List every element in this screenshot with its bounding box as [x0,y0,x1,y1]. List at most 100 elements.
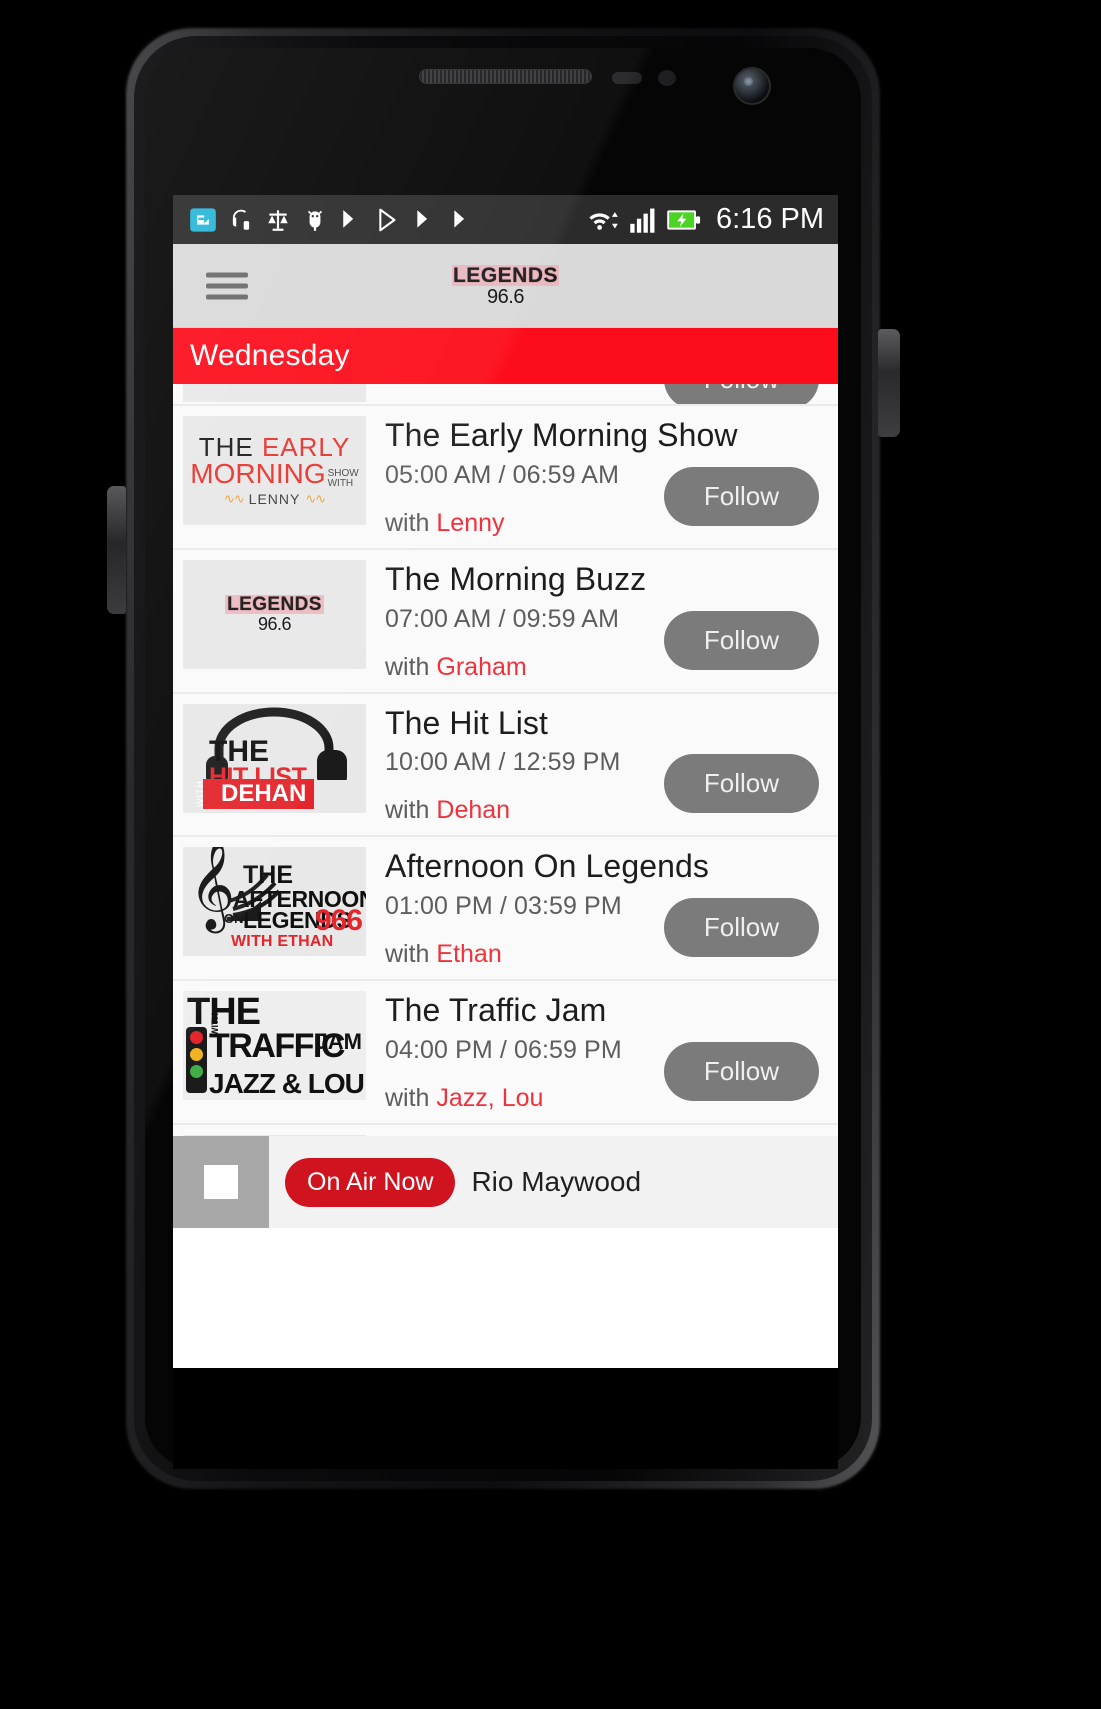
stop-square-icon [204,1165,238,1199]
phone-screen: 6:16 PM LEGENDS 96.6 Wednesday THE EARLY… [173,195,838,1368]
logo-the: THE [187,991,261,1034]
table-row[interactable]: LEGENDS 96.6 The Morning Buzz 07:00 AM /… [173,549,838,694]
battery-charging-icon [667,209,701,230]
legends-logo: LEGENDS 96.6 [225,595,324,633]
logo-jam: JAM [315,1029,362,1055]
power-button[interactable] [878,329,900,437]
wifi-icon [589,211,618,230]
proximity-sensor-icon [612,72,642,84]
show-thumbnail: 𝄞 THE AFTERNOON ON LEGENDS 966 WITH ETHA… [183,847,366,957]
early-morning-show-logo: THE EARLY MORNING SHOW WITH ∿∿ LENNY ∿∿ [183,416,366,525]
follow-button[interactable]: Follow [663,384,819,404]
host-name: Ethan [436,940,502,969]
navigation-area [173,1368,838,1469]
status-bar: 6:16 PM [173,195,838,244]
status-bar-clock: 6:16 PM [716,203,824,235]
logo-with: WITH [327,477,354,489]
follow-button[interactable]: Follow [663,610,819,670]
logo-host: DEHAN [203,778,315,809]
app-logo: LEGENDS 96.6 [451,263,559,308]
now-playing-bar: On Air Now Rio Maywood [173,1136,838,1228]
hit-list-logo: THE HIT LIST DEHAN WITH [183,703,366,813]
play-store-icon [379,208,396,231]
vlc-icon [417,209,428,228]
brand-name: LEGENDS [451,263,559,287]
hamburger-line [206,272,248,277]
follow-button[interactable]: Follow [663,898,819,958]
table-row[interactable]: THE EARLY MORNING SHOW WITH ∿∿ LENNY ∿∿ … [173,406,838,550]
logo-with-host: WITH ETHAN [231,933,334,951]
status-badge: On Air Now [285,1157,456,1207]
signal-icon [630,208,655,233]
show-thumbnail: THE EARLY MORNING SHOW WITH ∿∿ LENNY ∿∿ [183,416,366,525]
show-title: The Hit List [385,704,549,741]
hamburger-menu-icon[interactable] [206,266,248,305]
logo-line-3: ∿∿ LENNY ∿∿ [223,491,326,507]
logo-line-1: THE EARLY [199,434,351,460]
host-name: Lenny [436,508,505,537]
host-name: Graham [436,652,527,681]
logo-hosts: JAZZ & LOU [209,1068,365,1100]
front-camera-icon [733,67,771,105]
logo-with: WITH [195,779,205,807]
table-row[interactable]: THE WITH TRAFFIC JAM JAZZ & LOU The Traf… [173,981,838,1126]
table-row[interactable]: THE HIT LIST DEHAN WITH The Hit List 10:… [173,693,838,838]
traffic-light-yellow [190,1048,203,1062]
screenshot-stage: 6:16 PM LEGENDS 96.6 Wednesday THE EARLY… [0,0,1101,1709]
logo-host: LENNY [248,491,301,507]
logo-frequency: 96.6 [257,614,292,635]
show-thumbnail: LEGENDS 96.6 [183,559,366,669]
music-clef-icon: 𝄞 [189,847,236,931]
light-sensor-icon [658,70,676,86]
headset-icon [232,209,250,230]
show-title: The Traffic Jam [385,992,607,1029]
host-name: Dehan [436,796,511,825]
follow-button[interactable]: Follow [663,1042,819,1102]
vlc-icon [454,209,465,228]
traffic-light-icon [186,1027,207,1094]
traffic-light-red [190,1031,203,1045]
volume-button[interactable] [107,486,126,614]
now-playing-track: Rio Maywood [471,1166,642,1197]
logo-on: ON [224,911,244,927]
show-title: Afternoon On Legends [385,848,710,885]
show-title: The Early Morning Show [385,417,738,453]
table-row[interactable]: 𝄞 THE AFTERNOON ON LEGENDS 966 WITH ETHA… [173,837,838,982]
earpiece-speaker [419,69,592,84]
show-thumbnail: THE WITH TRAFFIC JAM JAZZ & LOU [183,991,366,1101]
list-item-partial[interactable]: Follow [173,384,838,406]
day-label: Wednesday [190,339,350,372]
waveform-icon: ∿∿ [223,491,245,506]
with-prefix: with [385,940,437,969]
show-thumbnail [183,384,366,402]
logo-the: THE [209,734,269,768]
hamburger-line [206,283,248,288]
brand-frequency: 96.6 [487,285,524,308]
logo-line-2: MORNING SHOW WITH [190,458,359,489]
balance-icon [268,209,288,231]
show-thumbnail: THE HIT LIST DEHAN WITH [183,703,366,813]
traffic-light-green [190,1065,203,1079]
traffic-jam-logo: THE WITH TRAFFIC JAM JAZZ & LOU [183,991,366,1101]
app-action-bar: LEGENDS 96.6 [173,244,838,328]
stop-button[interactable] [173,1136,269,1228]
logo-morning: MORNING [190,458,326,489]
follow-button[interactable]: Follow [663,754,819,814]
with-prefix: with [385,796,437,825]
android-debug-icon [307,210,323,231]
with-prefix: with [385,1084,437,1113]
status-bar-system-icons: 6:16 PM [586,203,824,236]
follow-button[interactable]: Follow [663,466,819,526]
host-name: Jazz, Lou [436,1084,544,1113]
with-prefix: with [385,508,437,537]
logo-showwith: SHOW WITH [327,469,359,489]
status-bar-notification-icons [189,206,586,234]
afternoon-on-legends-logo: 𝄞 THE AFTERNOON ON LEGENDS 966 WITH ETHA… [183,847,366,957]
show-schedule-list[interactable]: Follow THE EARLY MORNING SHOW WITH [173,384,838,1228]
logo-name: LEGENDS [225,594,324,616]
waveform-icon: ∿∿ [305,491,326,506]
vlc-icon [343,209,354,228]
hamburger-line [206,294,248,299]
with-prefix: with [385,652,437,681]
day-banner: Wednesday [173,328,838,384]
